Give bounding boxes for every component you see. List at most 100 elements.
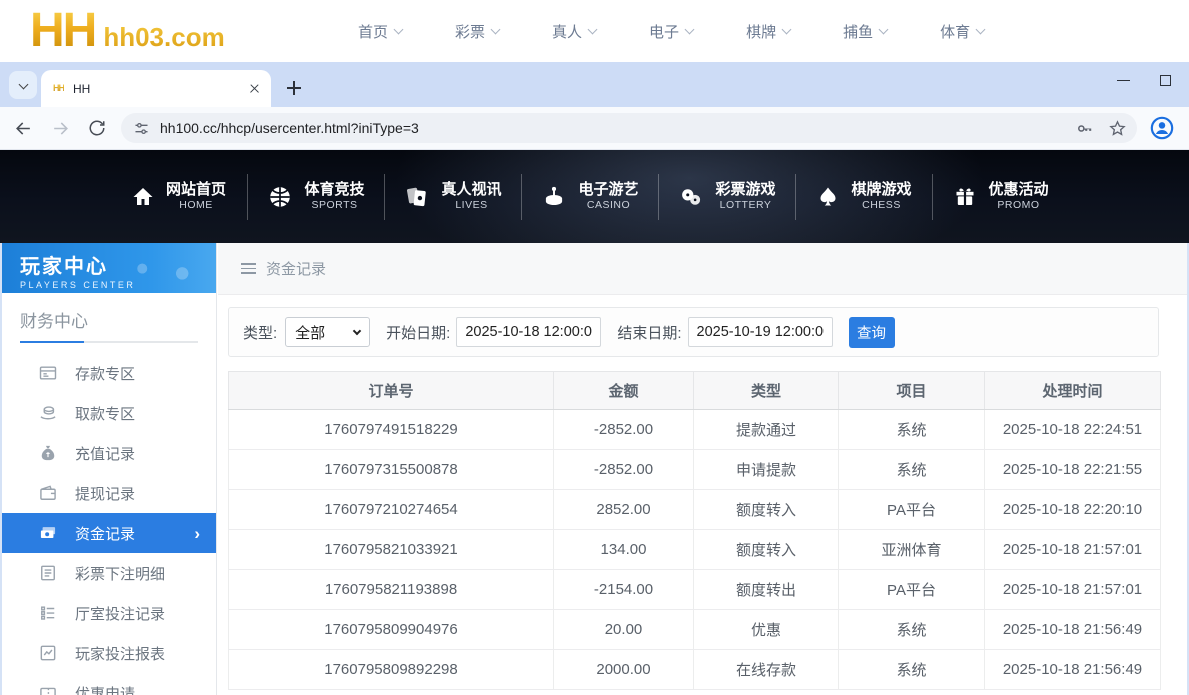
main-nav-item[interactable]: 体育竞技 SPORTS [247, 174, 384, 220]
top-nav-label: 棋牌 [746, 21, 776, 42]
wallet-icon [38, 483, 58, 503]
tab-search-button[interactable] [9, 71, 37, 99]
sidebar-item[interactable]: 厅室投注记录 [2, 593, 216, 633]
chevron-down-icon [18, 79, 28, 89]
table-header-cell: 类型 [694, 372, 839, 410]
withdraw-hand-icon [38, 403, 58, 423]
window-maximize-button[interactable] [1160, 75, 1171, 86]
main-nav-item[interactable]: 真人视讯 LIVES [384, 174, 521, 220]
site-settings-icon[interactable] [133, 120, 150, 137]
gift-icon [953, 185, 977, 209]
address-bar[interactable] [121, 113, 1137, 143]
table-row: 176079580990497620.00优惠系统2025-10-18 21:5… [229, 610, 1161, 650]
table-cell: 1760795809904976 [229, 610, 554, 650]
chart-icon [38, 643, 58, 663]
password-key-icon[interactable] [1075, 119, 1094, 138]
sidebar-item[interactable]: 提现记录 [2, 473, 216, 513]
tab-close-icon[interactable] [247, 81, 263, 97]
sidebar-item-label: 优惠申请 [75, 683, 135, 695]
main-nav-item[interactable]: 网站首页 HOME [110, 174, 247, 220]
reload-button[interactable] [83, 114, 111, 142]
top-nav-item[interactable]: 捕鱼 [843, 21, 887, 42]
top-nav-item[interactable]: 彩票 [455, 21, 499, 42]
filter-panel: 类型: 全部 开始日期: 结束日期: 查询 [228, 307, 1159, 357]
end-date-input[interactable] [688, 317, 833, 347]
money-bag-icon [38, 443, 58, 463]
sidebar-section-underline [20, 341, 198, 343]
type-select[interactable]: 全部 [285, 317, 370, 347]
table-cell: 提款通过 [694, 410, 839, 450]
browser-tabstrip: HH HH [0, 62, 1189, 107]
table-cell: 2025-10-18 21:57:01 [985, 570, 1161, 610]
site-logo[interactable]: HH hh03.com [30, 7, 225, 55]
tab-title: HH [73, 82, 247, 96]
sidebar-section: 财务中心 [2, 293, 216, 343]
sidebar-item[interactable]: 彩票下注明细 [2, 553, 216, 593]
table-cell: 额度转入 [694, 490, 839, 530]
top-nav-label: 体育 [940, 21, 970, 42]
poker-cards-icon [404, 184, 430, 210]
bookmark-star-icon[interactable] [1108, 119, 1127, 138]
forward-button[interactable] [46, 114, 74, 142]
main-nav-en-label: CHESS [862, 199, 901, 212]
main-nav-zh-label: 网站首页 [166, 181, 226, 200]
window-minimize-button[interactable] [1117, 80, 1130, 82]
sidebar-item[interactable]: 存款专区 [2, 353, 216, 393]
table-cell: PA平台 [839, 570, 985, 610]
ticket-icon [38, 683, 58, 695]
type-label: 类型: [243, 322, 277, 343]
profile-avatar-icon[interactable] [1149, 115, 1175, 141]
main-nav-zh-label: 棋牌游戏 [851, 181, 911, 200]
top-nav-item[interactable]: 电子 [649, 21, 693, 42]
table-cell: 1760797315500878 [229, 450, 554, 490]
roulette-icon [541, 184, 567, 210]
chevron-down-icon [782, 24, 792, 34]
sidebar-item[interactable]: 充值记录 [2, 433, 216, 473]
sidebar-item-label: 彩票下注明细 [75, 563, 165, 584]
lottery-balls-icon [678, 184, 704, 210]
top-nav-item[interactable]: 棋牌 [746, 21, 790, 42]
sidebar-item[interactable]: 资金记录 › [2, 513, 216, 553]
main-content: 资金记录 类型: 全部 开始日期: 结束日期: 查询 订单号金额类型项目处理时间… [218, 243, 1187, 695]
table-row: 1760795821193898-2154.00额度转出PA平台2025-10-… [229, 570, 1161, 610]
main-nav-item[interactable]: 棋牌游戏 CHESS [795, 174, 932, 220]
main-nav-item[interactable]: 彩票游戏 LOTTERY [658, 174, 795, 220]
home-icon [131, 185, 155, 209]
sidebar-item[interactable]: 取款专区 [2, 393, 216, 433]
table-cell: -2852.00 [554, 450, 694, 490]
table-row: 1760797315500878-2852.00申请提款系统2025-10-18… [229, 450, 1161, 490]
top-nav-label: 首页 [358, 21, 388, 42]
sidebar-item[interactable]: 玩家投注报表 [2, 633, 216, 673]
sidebar-menu: 存款专区 取款专区 充值记录 提现记录 资金记录 › 彩票下注明细 厅室投注记录… [2, 353, 216, 695]
chevron-down-icon [394, 24, 404, 34]
main-nav-item[interactable]: 电子游艺 CASINO [521, 174, 658, 220]
table-row: 1760797491518229-2852.00提款通过系统2025-10-18… [229, 410, 1161, 450]
url-input[interactable] [160, 120, 1061, 136]
browser-tab[interactable]: HH HH [41, 70, 271, 107]
table-cell: 2000.00 [554, 650, 694, 690]
screen: HH hh03.com 首页 彩票 真人 电子 棋牌 捕鱼 体育 HH HH [0, 0, 1189, 695]
table-cell: 优惠 [694, 610, 839, 650]
table-cell: 申请提款 [694, 450, 839, 490]
main-nav-en-label: SPORTS [312, 199, 358, 212]
top-nav-item[interactable]: 体育 [940, 21, 984, 42]
back-button[interactable] [9, 114, 37, 142]
new-tab-button[interactable] [281, 75, 307, 101]
main-nav-en-label: LOTTERY [720, 199, 772, 212]
top-nav-item[interactable]: 真人 [552, 21, 596, 42]
sidebar-item-label: 存款专区 [75, 363, 135, 384]
deposit-card-icon [38, 363, 58, 383]
main-nav-zh-label: 优惠活动 [988, 181, 1048, 200]
table-cell: 系统 [839, 410, 985, 450]
table-row: 17607958098922982000.00在线存款系统2025-10-18 … [229, 650, 1161, 690]
sidebar-item[interactable]: 优惠申请 [2, 673, 216, 695]
main-nav-item[interactable]: 优惠活动 PROMO [932, 174, 1069, 220]
search-button[interactable]: 查询 [849, 317, 895, 348]
start-date-input[interactable] [456, 317, 601, 347]
breadcrumb: 资金记录 [218, 243, 1187, 295]
top-nav-item[interactable]: 首页 [358, 21, 402, 42]
sidebar-section-label: 财务中心 [20, 307, 198, 332]
table-cell: 系统 [839, 450, 985, 490]
table-row: 1760795821033921134.00额度转入亚洲体育2025-10-18… [229, 530, 1161, 570]
main-nav-en-label: HOME [179, 199, 213, 212]
